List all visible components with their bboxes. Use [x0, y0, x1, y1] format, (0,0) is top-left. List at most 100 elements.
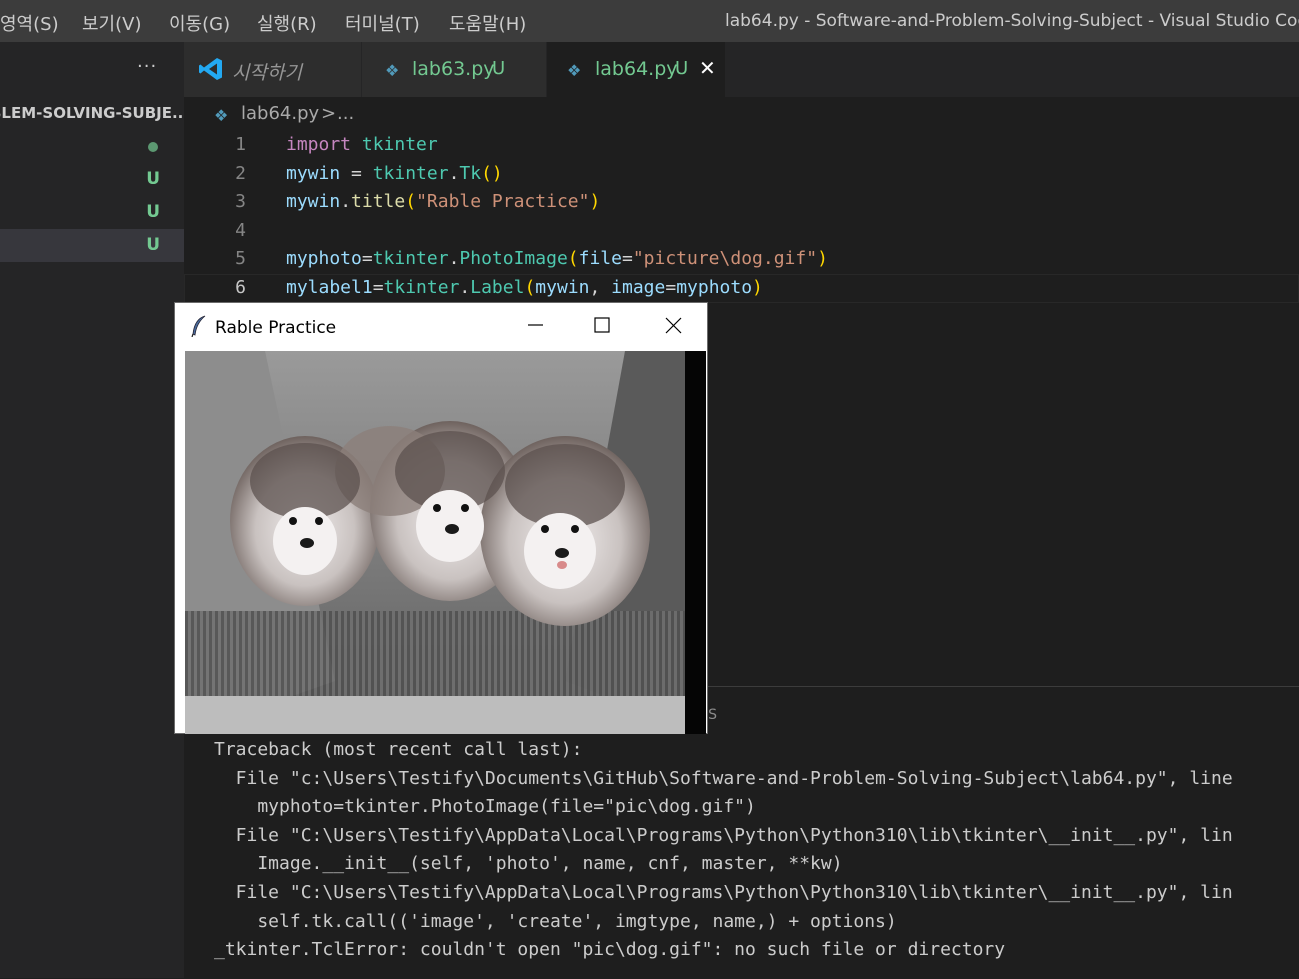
window-title: lab64.py - Software-and-Problem-Solving-… [725, 11, 1299, 31]
code-token: Tk [459, 162, 482, 184]
line-number: 2 [235, 162, 246, 184]
line-number: 3 [235, 191, 246, 213]
menu-terminal[interactable]: 터미널(T) [345, 10, 420, 36]
line-number: 4 [235, 219, 246, 241]
python-file-icon: ❖ [214, 106, 229, 125]
code-token: tkinter [372, 248, 449, 270]
code-token: tkinter [372, 162, 449, 184]
code-token: image [611, 277, 666, 298]
breadcrumb-file[interactable]: lab64.py [241, 103, 319, 124]
code-token: mylabel1 [286, 277, 373, 298]
code-token: mywin [535, 277, 590, 298]
code-text: mylabel1=tkinter.Label(mywin, image=myph… [286, 277, 763, 298]
code-token: . [448, 248, 460, 270]
tab-welcome-label: 시작하기 [232, 62, 302, 84]
code-token: , [589, 277, 612, 298]
dog-photo-image [185, 351, 706, 734]
explorer-item[interactable] [0, 129, 184, 162]
code-token: = [665, 277, 677, 298]
code-token: . [340, 191, 352, 213]
breadcrumb-symbols[interactable]: ... [337, 103, 354, 124]
code-token: "picture\dog.gif" [632, 248, 818, 270]
terminal-line: File "c:\Users\Testify\Documents\GitHub\… [214, 767, 1233, 789]
code-token: myphoto [286, 248, 362, 270]
code-token: mywin [286, 191, 341, 213]
untracked-badge: U [146, 169, 160, 189]
python-file-icon: ❖ [385, 61, 400, 80]
menu-selection[interactable]: 영역(S) [0, 10, 59, 36]
tab-lab64-badge: U [675, 58, 689, 79]
close-window-button[interactable] [643, 303, 703, 349]
breadcrumb-separator: > [321, 103, 337, 124]
explorer-item[interactable]: U [0, 196, 184, 229]
menu-run[interactable]: 실행(R) [257, 10, 317, 36]
explorer-item[interactable]: U [0, 163, 184, 196]
python-file-icon: ❖ [567, 61, 582, 80]
code-line[interactable]: 5 myphoto=tkinter.PhotoImage(file="pictur… [184, 245, 1299, 274]
code-token: ) [752, 277, 763, 298]
code-token: import [286, 134, 352, 155]
code-token: ) [589, 191, 601, 213]
code-token: title [351, 191, 406, 213]
terminal-line: File "C:\Users\Testify\AppData\Local\Pro… [214, 824, 1233, 846]
untracked-badge: U [146, 202, 160, 222]
tk-window-title: Rable Practice [215, 318, 337, 338]
tab-lab63-label: lab63.py [412, 58, 495, 80]
untracked-badge: U [146, 235, 160, 255]
code-token: ( [524, 277, 536, 298]
terminal-line: self.tk.call(('image', 'create', imgtype… [214, 910, 897, 932]
code-line[interactable]: 2 mywin = tkinter.Tk() [184, 160, 1299, 189]
modified-dot-icon [148, 142, 158, 152]
terminal-line: Traceback (most recent call last): [214, 739, 583, 760]
feather-icon [190, 315, 208, 341]
code-line[interactable]: 3 mywin.title("Rable Practice") [184, 188, 1299, 217]
code-token: . [448, 162, 460, 184]
explorer-item-selected[interactable]: U [0, 229, 184, 262]
line-number: 1 [235, 134, 246, 155]
explorer-sidebar: ··· BLEM-SOLVING-SUBJE... U U U [0, 42, 184, 978]
explorer-folder-header[interactable]: BLEM-SOLVING-SUBJE... [0, 104, 184, 122]
code-token: "Rable Practice" [416, 191, 590, 213]
tab-lab64[interactable]: ❖ lab64.py U ✕ [547, 42, 725, 97]
maximize-button[interactable] [573, 303, 633, 349]
code-text: mywin = tkinter.Tk() [286, 163, 503, 184]
code-token: . [459, 277, 471, 298]
code-token: ) [817, 248, 828, 270]
code-token: = [340, 162, 373, 184]
tab-lab63-badge: U [492, 58, 506, 79]
code-token: = [621, 248, 633, 270]
terminal-line: _tkinter.TclError: couldn't open "pic\do… [214, 939, 1006, 961]
code-line[interactable]: 1 import tkinter [184, 131, 1299, 160]
minimize-button[interactable] [505, 303, 565, 349]
code-token: PhotoImage [459, 248, 568, 270]
code-token: = [361, 248, 373, 270]
line-number: 6 [235, 277, 246, 298]
menu-view[interactable]: 보기(V) [82, 10, 141, 36]
code-line[interactable]: 6 mylabel1=tkinter.Label(mywin, image=myp… [184, 274, 1299, 303]
code-token: Label [470, 277, 525, 298]
tab-lab64-label: lab64.py [595, 58, 678, 80]
code-line[interactable]: 4 [184, 217, 1299, 246]
terminal-line: Image.__init__(self, 'photo', name, cnf,… [214, 853, 843, 875]
menu-help[interactable]: 도움말(H) [449, 10, 526, 36]
editor-tab-bar: 시작하기 ❖ lab63.py U ❖ lab64.py U ✕ [184, 42, 1299, 97]
menu-go[interactable]: 이동(G) [169, 10, 230, 36]
tab-welcome[interactable]: 시작하기 [184, 42, 361, 97]
vscode-icon [198, 56, 224, 86]
close-icon[interactable]: ✕ [699, 56, 716, 80]
code-token: = [372, 277, 384, 298]
tk-window[interactable]: Rable Practice [174, 302, 708, 734]
terminal-output[interactable]: Traceback (most recent call last): File … [214, 739, 1233, 968]
code-token: () [481, 162, 503, 184]
code-token: file [578, 248, 622, 270]
line-number: 5 [235, 248, 246, 270]
tab-lab63[interactable]: ❖ lab63.py U [362, 42, 546, 97]
code-text: mywin.title("Rable Practice") [286, 191, 600, 212]
menu-bar: 영역(S) 보기(V) 이동(G) 실행(R) 터미널(T) 도움말(H) la… [0, 0, 1299, 42]
more-actions-icon[interactable]: ··· [137, 56, 157, 77]
code-token: tkinter [361, 134, 438, 155]
code-token: ( [405, 191, 417, 213]
code-text: myphoto=tkinter.PhotoImage(file="picture… [286, 248, 828, 269]
breadcrumb: ❖ lab64.py > ... [184, 97, 1299, 131]
